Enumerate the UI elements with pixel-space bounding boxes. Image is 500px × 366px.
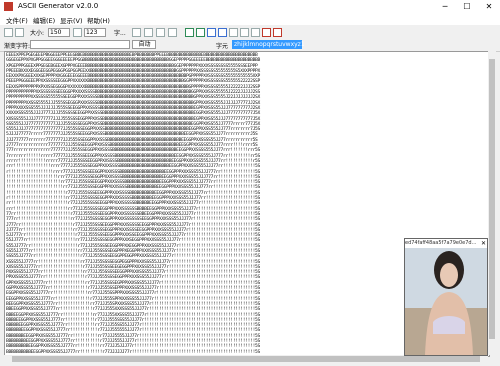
mirror-icon[interactable]	[218, 28, 227, 37]
menu-file[interactable]: 文件(F)	[6, 15, 28, 25]
settings-icon[interactable]	[262, 28, 271, 37]
chars-dropdown[interactable]	[30, 40, 130, 49]
bold-icon[interactable]	[229, 28, 238, 37]
text-icon[interactable]	[168, 28, 177, 37]
save-icon[interactable]	[15, 28, 24, 37]
title-bar: ASCII Generator v2.0.0 ─ ☐ ✕	[0, 0, 500, 15]
minimize-button[interactable]: ─	[434, 0, 456, 14]
font-label: 字...	[114, 30, 126, 37]
charset-input[interactable]: zhijklmnopqrstuvwxyz1	[232, 40, 305, 49]
scroll-thumb-h[interactable]	[12, 356, 480, 362]
menu-help[interactable]: 帮助(H)	[87, 15, 110, 25]
menu-bar: 文件(F) 编辑(E) 显示(V) 帮助(H)	[0, 14, 500, 25]
menu-view[interactable]: 显示(V)	[60, 15, 83, 25]
width-input[interactable]: 150	[48, 28, 70, 37]
image-preview-window[interactable]: ed74faff48aa5f7a79e0e7d... ✕	[404, 238, 488, 356]
preview-image	[405, 248, 487, 355]
charset-label: 字元	[216, 43, 229, 50]
app-icon	[4, 2, 13, 11]
horizontal-scrollbar[interactable]	[4, 355, 488, 363]
scroll-thumb[interactable]	[489, 59, 495, 339]
rotate-left-icon[interactable]	[185, 28, 194, 37]
chars-label: 渐变字符:	[4, 43, 31, 50]
color-icon[interactable]	[144, 28, 153, 37]
auto-button[interactable]: 自动	[132, 40, 156, 49]
sharpen-icon[interactable]	[251, 28, 260, 37]
menu-edit[interactable]: 编辑(E)	[33, 15, 55, 25]
palette-icon[interactable]	[273, 28, 282, 37]
main-toolbar: 大小: 150 123 字...	[0, 25, 500, 40]
preview-close-icon[interactable]: ✕	[481, 239, 486, 248]
font-icon[interactable]	[132, 28, 141, 37]
flip-icon[interactable]	[207, 28, 216, 37]
close-button[interactable]: ✕	[478, 0, 500, 14]
vertical-scrollbar[interactable]	[488, 51, 496, 355]
size-label: 大小:	[30, 30, 45, 37]
image-icon[interactable]	[156, 28, 165, 37]
height-input[interactable]: 123	[84, 28, 106, 37]
rotate-right-icon[interactable]	[196, 28, 205, 37]
maximize-button[interactable]: ☐	[456, 0, 478, 14]
open-file-icon[interactable]	[4, 28, 13, 37]
window-title: ASCII Generator v2.0.0	[18, 2, 99, 10]
invert-icon[interactable]	[240, 28, 249, 37]
preview-title: ed74faff48aa5f7a79e0e7d...	[405, 239, 487, 248]
lock-ratio-icon[interactable]	[73, 28, 82, 37]
